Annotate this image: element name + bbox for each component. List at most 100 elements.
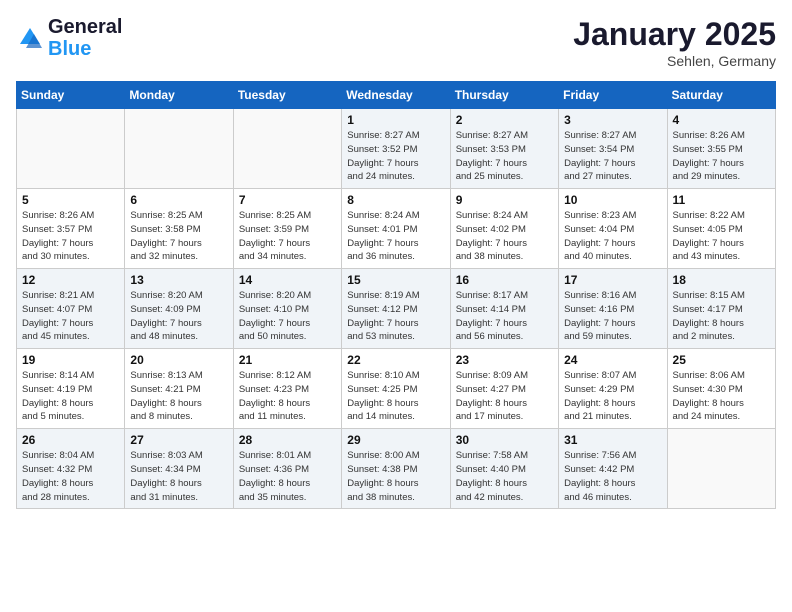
day-detail: Sunrise: 8:23 AM Sunset: 4:04 PM Dayligh… [564, 209, 661, 264]
calendar-cell: 10 Sunrise: 8:23 AM Sunset: 4:04 PM Dayli… [559, 189, 667, 269]
day-detail: Sunrise: 8:22 AM Sunset: 4:05 PM Dayligh… [673, 209, 770, 264]
calendar-cell: 11Sunrise: 8:22 AM Sunset: 4:05 PM Dayli… [667, 189, 775, 269]
calendar-week-row: 5 Sunrise: 8:26 AM Sunset: 3:57 PM Daylig… [17, 189, 776, 269]
day-detail: Sunrise: 8:16 AM Sunset: 4:16 PM Dayligh… [564, 289, 661, 344]
calendar-cell: 15 Sunrise: 8:19 AM Sunset: 4:12 PM Dayli… [342, 269, 450, 349]
day-detail: Sunrise: 8:27 AM Sunset: 3:52 PM Dayligh… [347, 129, 444, 184]
calendar-cell: 3 Sunrise: 8:27 AM Sunset: 3:54 PM Daylig… [559, 109, 667, 189]
calendar-cell: 22 Sunrise: 8:10 AM Sunset: 4:25 PM Dayli… [342, 349, 450, 429]
day-number: 14 [239, 273, 336, 287]
day-number: 18 [673, 273, 770, 287]
day-number: 30 [456, 433, 553, 447]
day-of-week-header: Monday [125, 82, 233, 109]
day-number: 20 [130, 353, 227, 367]
day-detail: Sunrise: 8:24 AM Sunset: 4:01 PM Dayligh… [347, 209, 444, 264]
calendar-week-row: 1 Sunrise: 8:27 AM Sunset: 3:52 PM Daylig… [17, 109, 776, 189]
day-detail: Sunrise: 8:20 AM Sunset: 4:09 PM Dayligh… [130, 289, 227, 344]
calendar-cell: 20 Sunrise: 8:13 AM Sunset: 4:21 PM Dayli… [125, 349, 233, 429]
day-detail: Sunrise: 8:27 AM Sunset: 3:54 PM Dayligh… [564, 129, 661, 184]
day-number: 26 [22, 433, 119, 447]
day-detail: Sunrise: 8:26 AM Sunset: 3:55 PM Dayligh… [673, 129, 770, 184]
day-number: 31 [564, 433, 661, 447]
day-number: 17 [564, 273, 661, 287]
day-detail: Sunrise: 8:19 AM Sunset: 4:12 PM Dayligh… [347, 289, 444, 344]
day-number: 9 [456, 193, 553, 207]
calendar-cell: 30 Sunrise: 7:58 AM Sunset: 4:40 PM Dayli… [450, 429, 558, 509]
logo-icon [16, 24, 44, 52]
day-detail: Sunrise: 8:20 AM Sunset: 4:10 PM Dayligh… [239, 289, 336, 344]
day-detail: Sunrise: 8:10 AM Sunset: 4:25 PM Dayligh… [347, 369, 444, 424]
calendar-week-row: 12Sunrise: 8:21 AM Sunset: 4:07 PM Dayli… [17, 269, 776, 349]
location: Sehlen, Germany [573, 53, 776, 69]
logo-text: GeneralBlue [48, 16, 122, 60]
day-of-week-header: Thursday [450, 82, 558, 109]
day-detail: Sunrise: 8:26 AM Sunset: 3:57 PM Dayligh… [22, 209, 119, 264]
calendar-cell: 29Sunrise: 8:00 AM Sunset: 4:38 PM Dayli… [342, 429, 450, 509]
title-block: January 2025 Sehlen, Germany [573, 16, 776, 69]
day-detail: Sunrise: 8:24 AM Sunset: 4:02 PM Dayligh… [456, 209, 553, 264]
calendar: SundayMondayTuesdayWednesdayThursdayFrid… [16, 81, 776, 509]
day-number: 7 [239, 193, 336, 207]
calendar-cell: 2Sunrise: 8:27 AM Sunset: 3:53 PM Daylig… [450, 109, 558, 189]
day-number: 3 [564, 113, 661, 127]
day-detail: Sunrise: 8:21 AM Sunset: 4:07 PM Dayligh… [22, 289, 119, 344]
day-number: 2 [456, 113, 553, 127]
calendar-cell: 5 Sunrise: 8:26 AM Sunset: 3:57 PM Daylig… [17, 189, 125, 269]
day-detail: Sunrise: 8:25 AM Sunset: 3:59 PM Dayligh… [239, 209, 336, 264]
page-header: GeneralBlue January 2025 Sehlen, Germany [16, 16, 776, 69]
month-title: January 2025 [573, 16, 776, 53]
day-detail: Sunrise: 8:12 AM Sunset: 4:23 PM Dayligh… [239, 369, 336, 424]
day-number: 13 [130, 273, 227, 287]
calendar-cell: 18Sunrise: 8:15 AM Sunset: 4:17 PM Dayli… [667, 269, 775, 349]
calendar-cell: 31 Sunrise: 7:56 AM Sunset: 4:42 PM Dayli… [559, 429, 667, 509]
calendar-cell: 28Sunrise: 8:01 AM Sunset: 4:36 PM Dayli… [233, 429, 341, 509]
calendar-cell: 9 Sunrise: 8:24 AM Sunset: 4:02 PM Daylig… [450, 189, 558, 269]
calendar-header-row: SundayMondayTuesdayWednesdayThursdayFrid… [17, 82, 776, 109]
day-of-week-header: Wednesday [342, 82, 450, 109]
calendar-cell [125, 109, 233, 189]
day-number: 27 [130, 433, 227, 447]
day-detail: Sunrise: 8:25 AM Sunset: 3:58 PM Dayligh… [130, 209, 227, 264]
day-detail: Sunrise: 7:56 AM Sunset: 4:42 PM Dayligh… [564, 449, 661, 504]
logo: GeneralBlue [16, 16, 122, 60]
day-number: 22 [347, 353, 444, 367]
calendar-cell: 8 Sunrise: 8:24 AM Sunset: 4:01 PM Daylig… [342, 189, 450, 269]
calendar-cell: 12Sunrise: 8:21 AM Sunset: 4:07 PM Dayli… [17, 269, 125, 349]
calendar-cell: 23 Sunrise: 8:09 AM Sunset: 4:27 PM Dayli… [450, 349, 558, 429]
day-detail: Sunrise: 8:09 AM Sunset: 4:27 PM Dayligh… [456, 369, 553, 424]
calendar-cell: 27Sunrise: 8:03 AM Sunset: 4:34 PM Dayli… [125, 429, 233, 509]
day-number: 23 [456, 353, 553, 367]
day-number: 8 [347, 193, 444, 207]
day-detail: Sunrise: 7:58 AM Sunset: 4:40 PM Dayligh… [456, 449, 553, 504]
day-number: 19 [22, 353, 119, 367]
day-number: 16 [456, 273, 553, 287]
day-number: 25 [673, 353, 770, 367]
day-of-week-header: Friday [559, 82, 667, 109]
day-detail: Sunrise: 8:01 AM Sunset: 4:36 PM Dayligh… [239, 449, 336, 504]
day-number: 1 [347, 113, 444, 127]
calendar-week-row: 26 Sunrise: 8:04 AM Sunset: 4:32 PM Dayli… [17, 429, 776, 509]
day-number: 5 [22, 193, 119, 207]
day-detail: Sunrise: 8:17 AM Sunset: 4:14 PM Dayligh… [456, 289, 553, 344]
calendar-cell: 14 Sunrise: 8:20 AM Sunset: 4:10 PM Dayli… [233, 269, 341, 349]
calendar-cell [233, 109, 341, 189]
day-number: 24 [564, 353, 661, 367]
calendar-cell: 6 Sunrise: 8:25 AM Sunset: 3:58 PM Daylig… [125, 189, 233, 269]
calendar-cell: 7 Sunrise: 8:25 AM Sunset: 3:59 PM Daylig… [233, 189, 341, 269]
day-detail: Sunrise: 8:04 AM Sunset: 4:32 PM Dayligh… [22, 449, 119, 504]
calendar-cell: 16 Sunrise: 8:17 AM Sunset: 4:14 PM Dayli… [450, 269, 558, 349]
calendar-cell: 13 Sunrise: 8:20 AM Sunset: 4:09 PM Dayli… [125, 269, 233, 349]
calendar-cell: 21 Sunrise: 8:12 AM Sunset: 4:23 PM Dayli… [233, 349, 341, 429]
day-number: 6 [130, 193, 227, 207]
day-of-week-header: Saturday [667, 82, 775, 109]
calendar-cell: 24Sunrise: 8:07 AM Sunset: 4:29 PM Dayli… [559, 349, 667, 429]
day-detail: Sunrise: 8:13 AM Sunset: 4:21 PM Dayligh… [130, 369, 227, 424]
day-number: 10 [564, 193, 661, 207]
calendar-cell: 25Sunrise: 8:06 AM Sunset: 4:30 PM Dayli… [667, 349, 775, 429]
calendar-cell: 26 Sunrise: 8:04 AM Sunset: 4:32 PM Dayli… [17, 429, 125, 509]
calendar-cell: 19Sunrise: 8:14 AM Sunset: 4:19 PM Dayli… [17, 349, 125, 429]
day-of-week-header: Sunday [17, 82, 125, 109]
day-number: 4 [673, 113, 770, 127]
day-number: 21 [239, 353, 336, 367]
day-number: 15 [347, 273, 444, 287]
